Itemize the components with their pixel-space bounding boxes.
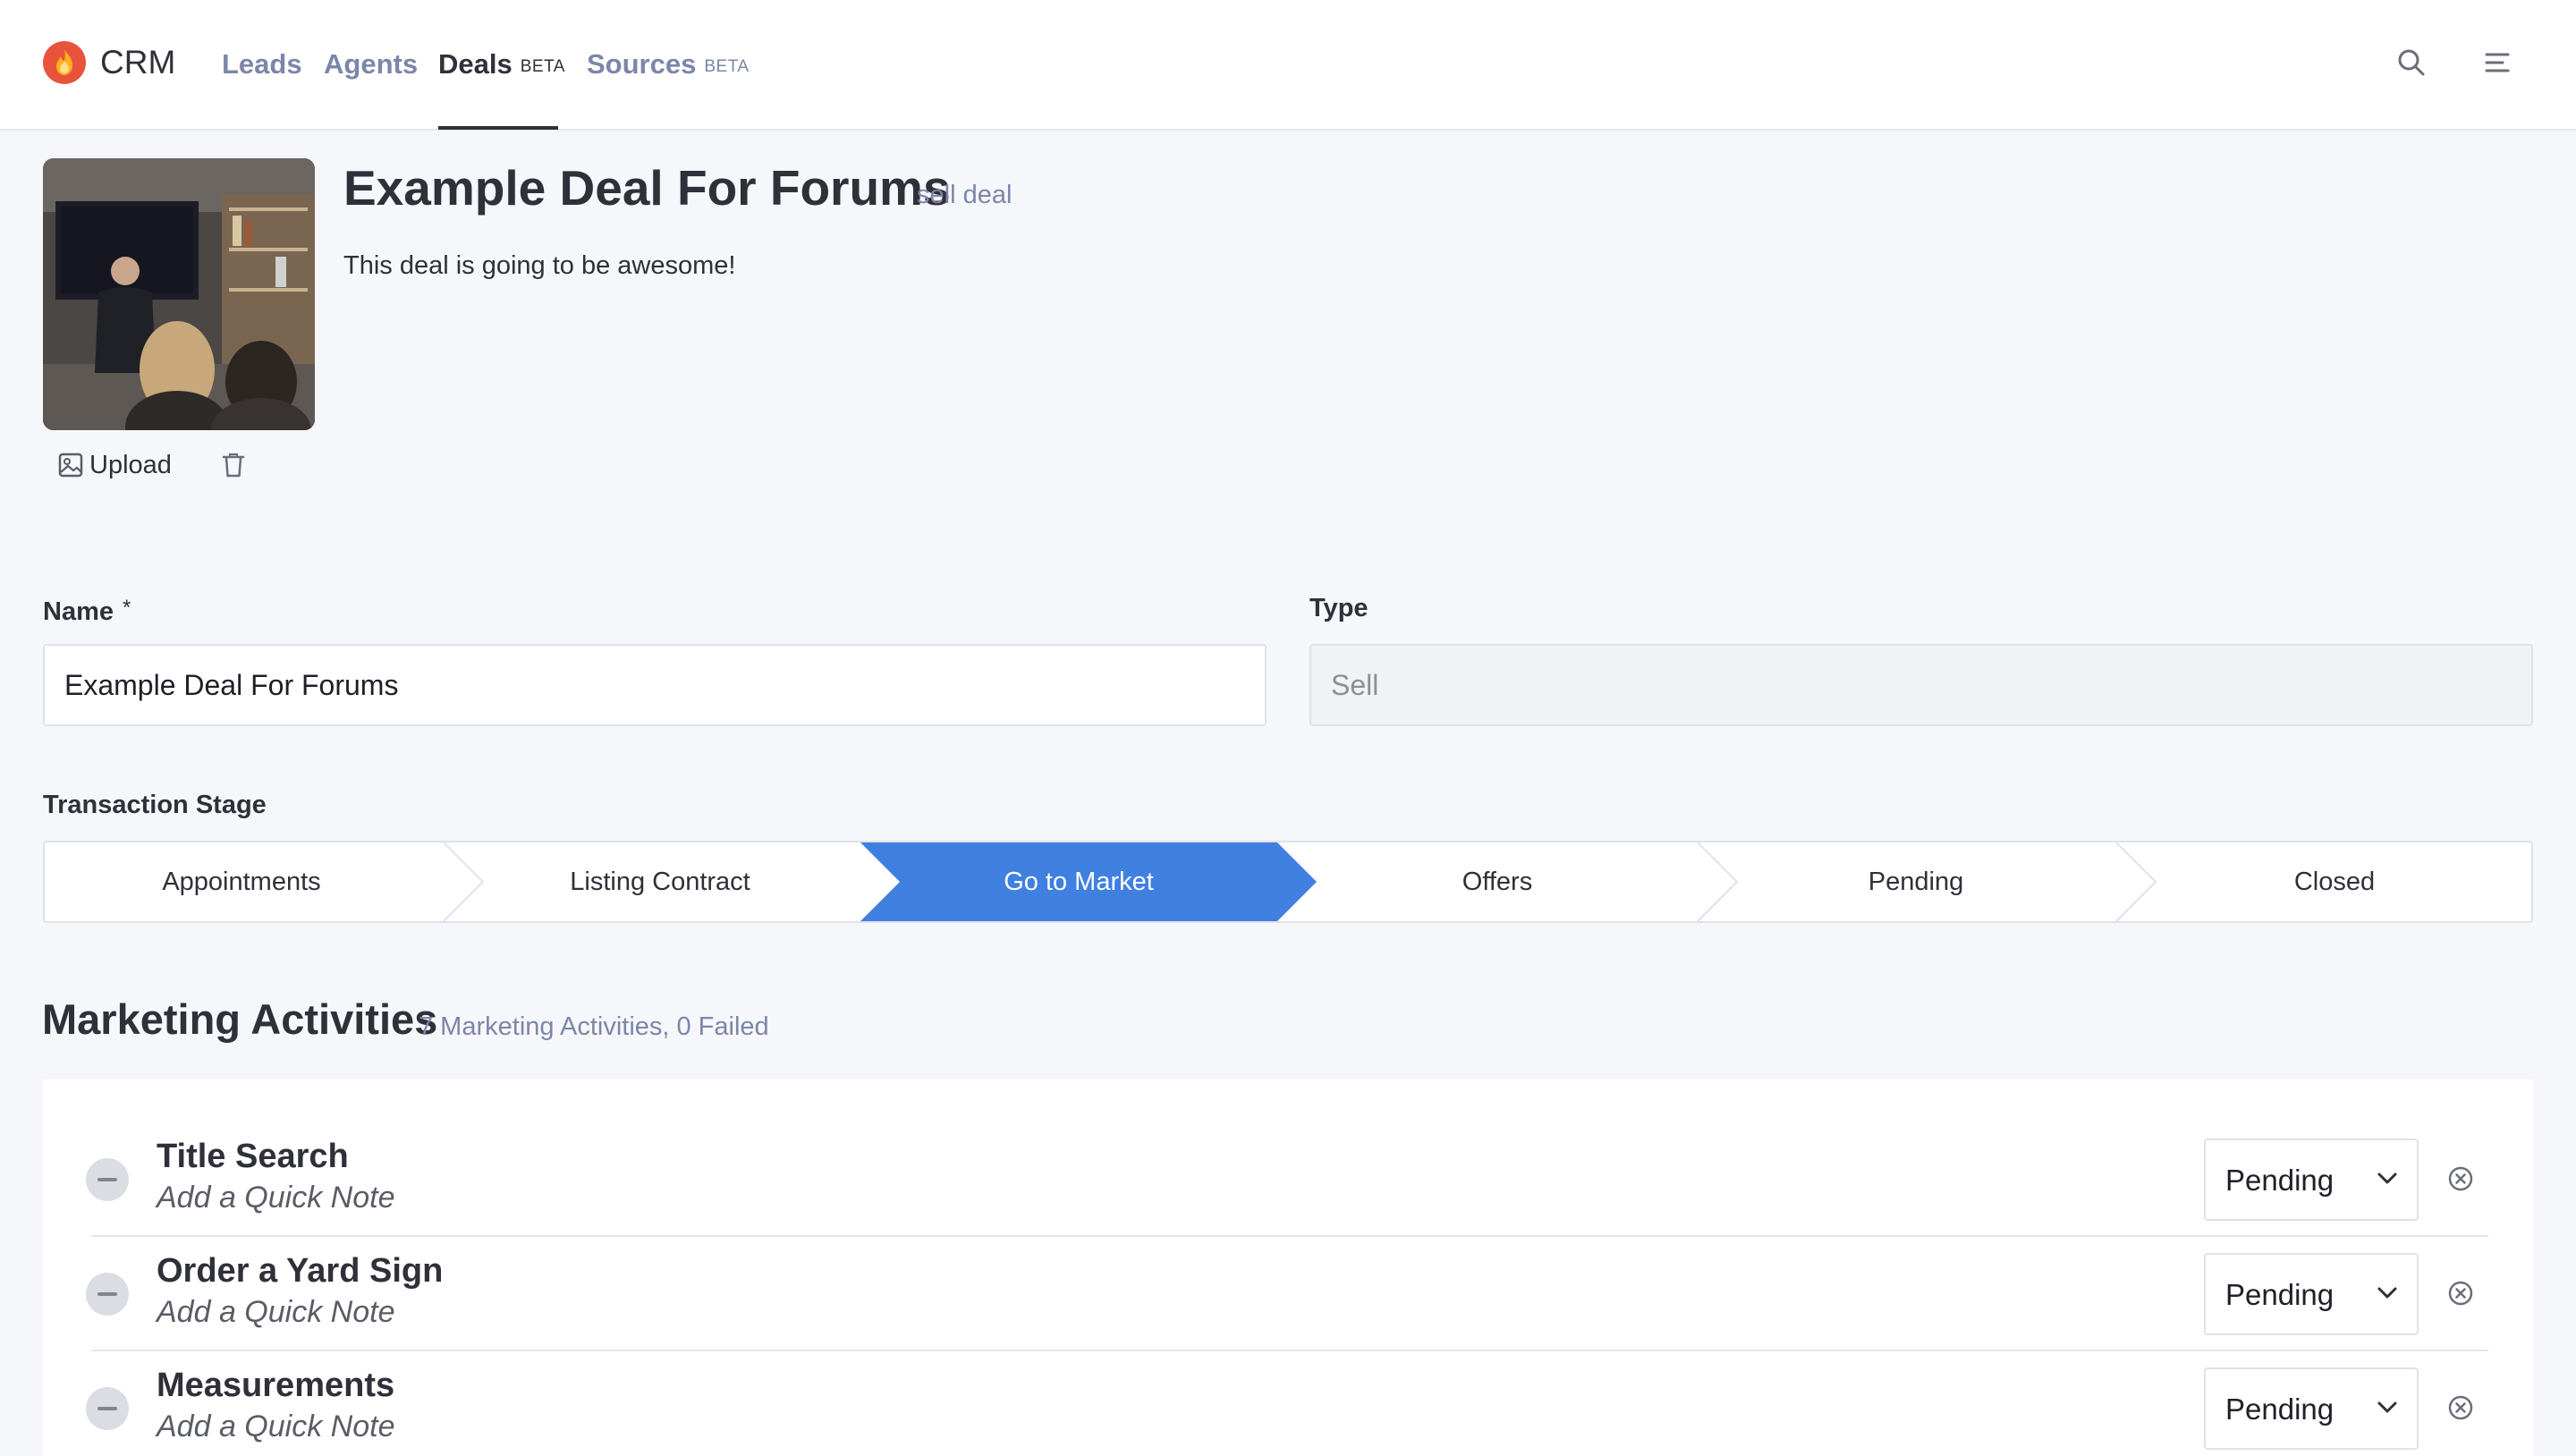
upload-button[interactable]: Upload: [57, 449, 172, 481]
top-navigation-bar: CRM Leads Agents Deals BETA Sources BETA: [0, 0, 2576, 131]
nav-agents-label: Agents: [324, 48, 419, 80]
search-icon[interactable]: [2395, 47, 2428, 79]
nav-deals-label: Deals: [438, 48, 513, 80]
transaction-stage-label: Transaction Stage: [43, 791, 267, 819]
activity-row: Measurements Add a Quick Note Pending: [43, 1308, 2533, 1450]
beta-badge: BETA: [520, 57, 565, 76]
deal-description: This deal is going to be awesome!: [343, 251, 736, 280]
chevron-down-icon: [2377, 1287, 2397, 1299]
close-circle-icon[interactable]: [2447, 1394, 2474, 1421]
upload-label: Upload: [89, 451, 172, 479]
type-field: [1309, 644, 2533, 726]
activity-row: Title Search Add a Quick Note Pending: [43, 1079, 2533, 1221]
activity-name: Measurements: [157, 1367, 395, 1404]
nav-leads[interactable]: Leads: [222, 47, 302, 82]
menu-icon[interactable]: [2481, 47, 2513, 79]
trash-icon[interactable]: [220, 451, 247, 479]
nav-deals[interactable]: Deals BETA: [438, 47, 565, 85]
activity-name: Order a Yard Sign: [157, 1252, 444, 1290]
required-marker: *: [123, 596, 131, 620]
marketing-activities-count: 7 Marketing Activities, 0 Failed: [419, 1012, 769, 1041]
activity-row: Order a Yard Sign Add a Quick Note Pendi…: [43, 1194, 2533, 1335]
app-name[interactable]: CRM: [100, 43, 175, 82]
activity-status-select[interactable]: Pending: [2204, 1367, 2419, 1450]
activity-status-value: Pending: [2225, 1278, 2334, 1311]
activity-name: Title Search: [157, 1138, 349, 1175]
nav-sources[interactable]: Sources BETA: [587, 47, 750, 85]
marketing-activities-list: Title Search Add a Quick Note Pending Or…: [43, 1079, 2533, 1456]
name-input[interactable]: [43, 644, 1267, 726]
activity-quick-note[interactable]: Add a Quick Note: [157, 1409, 394, 1444]
stage-offers[interactable]: Offers: [1301, 842, 1694, 921]
chevron-down-icon: [2377, 1172, 2397, 1184]
stage-appointments[interactable]: Appointments: [45, 842, 438, 921]
deal-title: Example Deal For Forums: [343, 160, 951, 216]
stage-listing-contract[interactable]: Listing Contract: [463, 842, 857, 921]
nav-agents[interactable]: Agents: [324, 47, 418, 82]
beta-badge: BETA: [704, 57, 750, 76]
deal-photo: [43, 158, 315, 430]
transaction-stage-bar: Appointments Listing Contract Go to Mark…: [43, 841, 2533, 923]
chevron-down-icon: [2377, 1401, 2397, 1413]
name-label-text: Name: [43, 597, 114, 626]
activity-status-value: Pending: [2225, 1164, 2334, 1197]
nav-sources-label: Sources: [587, 48, 697, 80]
activity-status-value: Pending: [2225, 1393, 2334, 1426]
stage-go-to-market[interactable]: Go to Market: [882, 842, 1275, 921]
close-circle-icon[interactable]: [2447, 1165, 2474, 1192]
active-nav-indicator: [438, 126, 558, 130]
type-field-label: Type: [1309, 594, 1368, 622]
close-circle-icon[interactable]: [2447, 1280, 2474, 1307]
stage-closed[interactable]: Closed: [2138, 842, 2531, 921]
stage-pending[interactable]: Pending: [1719, 842, 2113, 921]
minus-icon[interactable]: [86, 1387, 129, 1430]
nav-leads-label: Leads: [222, 48, 302, 80]
image-icon: [58, 453, 83, 478]
name-field-label: Name *: [43, 592, 131, 628]
deal-type-subtitle: sell deal: [917, 181, 1013, 209]
marketing-activities-title: Marketing Activities: [42, 995, 438, 1043]
flame-logo-icon[interactable]: [43, 41, 86, 84]
